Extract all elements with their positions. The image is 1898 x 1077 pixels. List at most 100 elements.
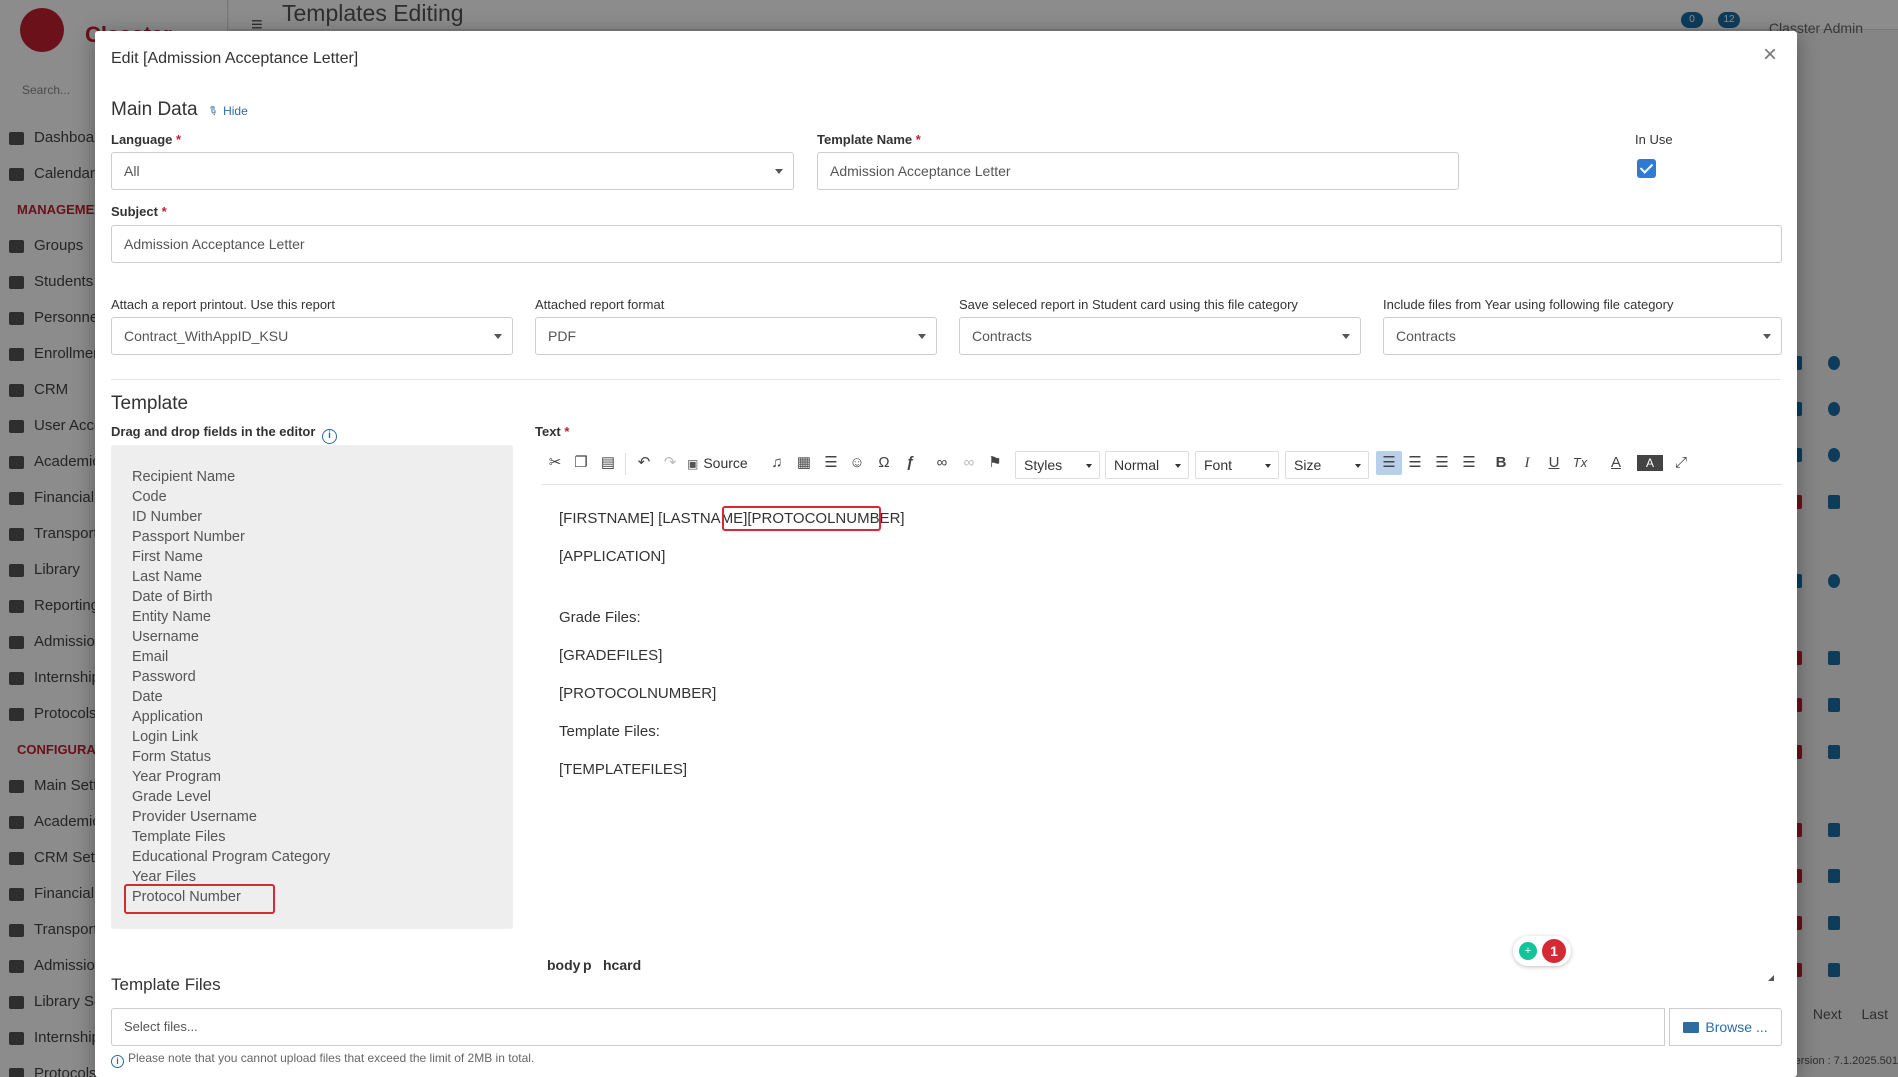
- field-item[interactable]: Login Link: [132, 727, 330, 747]
- file-input[interactable]: Select files...: [111, 1008, 1665, 1046]
- divider: [111, 379, 1780, 380]
- in-use-checkbox[interactable]: [1637, 159, 1656, 178]
- anchor-flag-icon[interactable]: ⚑: [985, 453, 1005, 473]
- remove-format-icon[interactable]: Tx: [1570, 453, 1590, 473]
- editor-toolbar: ✂ ❐ ▤ ↶ ↷ Source ♫ ▦ ☰ ☺ Ω ƒ ∞ ∞ ⚑ Style…: [541, 443, 1782, 485]
- italic-icon[interactable]: I: [1517, 453, 1537, 473]
- font-dropdown[interactable]: Font: [1195, 451, 1279, 479]
- field-item[interactable]: Educational Program Category: [132, 847, 330, 867]
- rich-text-editor: ✂ ❐ ▤ ↶ ↷ Source ♫ ▦ ☰ ☺ Ω ƒ ∞ ∞ ⚑ Style…: [541, 443, 1782, 988]
- redo-icon[interactable]: ↷: [660, 453, 680, 473]
- template-title: Template: [111, 393, 189, 414]
- template-name-input[interactable]: Admission Acceptance Letter: [817, 152, 1459, 190]
- field-item[interactable]: First Name: [132, 547, 330, 567]
- language-select[interactable]: All: [111, 152, 794, 190]
- field-item[interactable]: Template Files: [132, 827, 330, 847]
- report-select[interactable]: Contract_WithAppID_KSU: [111, 317, 513, 355]
- bold-icon[interactable]: B: [1491, 453, 1511, 473]
- field-item[interactable]: Provider Username: [132, 807, 330, 827]
- info-icon[interactable]: i: [322, 429, 338, 444]
- size-dropdown[interactable]: Size: [1285, 451, 1369, 479]
- save-category-select[interactable]: Contracts: [959, 317, 1361, 355]
- format-select[interactable]: PDF: [535, 317, 937, 355]
- template-files-title: Template Files: [111, 975, 221, 994]
- grammarly-count: 1: [1542, 939, 1566, 963]
- source-button[interactable]: Source: [687, 453, 747, 473]
- editor-line: [APPLICATION]: [559, 548, 666, 565]
- background-color-icon[interactable]: A: [1637, 455, 1663, 471]
- path-hcard[interactable]: hcard: [603, 957, 641, 973]
- align-center-icon[interactable]: ☰: [1405, 453, 1425, 473]
- highlight-protocol-field: [124, 884, 275, 914]
- subject-input[interactable]: Admission Acceptance Letter: [111, 225, 1782, 263]
- field-item[interactable]: Code: [132, 487, 330, 507]
- close-icon[interactable]: ×: [1763, 43, 1777, 67]
- horizontal-rule-icon[interactable]: ☰: [821, 453, 841, 473]
- folder-icon: [1683, 1022, 1700, 1033]
- browse-button[interactable]: Browse ...: [1669, 1008, 1782, 1046]
- grammarly-widget[interactable]: + 1: [1513, 936, 1571, 966]
- copy-icon[interactable]: ❐: [571, 453, 591, 473]
- unlink-icon[interactable]: ∞: [959, 453, 979, 473]
- pin-icon: ✎: [205, 102, 221, 120]
- align-justify-icon[interactable]: ☰: [1459, 453, 1479, 473]
- template-name-label: Template Name *: [817, 132, 921, 147]
- field-item[interactable]: Password: [132, 667, 330, 687]
- include-files-label: Include files from Year using following …: [1383, 297, 1674, 312]
- underline-icon[interactable]: U: [1544, 453, 1564, 473]
- path-p[interactable]: p: [583, 957, 592, 973]
- hide-link[interactable]: ✎ Hide: [205, 102, 248, 120]
- field-item[interactable]: Grade Level: [132, 787, 330, 807]
- special-char-icon[interactable]: Ω: [874, 453, 894, 473]
- field-item[interactable]: Email: [132, 647, 330, 667]
- styles-dropdown[interactable]: Styles: [1015, 451, 1100, 479]
- editor-content[interactable]: [FIRSTNAME] [LASTNAME][PROTOCOLNUMBER] […: [541, 485, 1782, 935]
- field-item[interactable]: Date: [132, 687, 330, 707]
- field-item[interactable]: Entity Name: [132, 607, 330, 627]
- path-body[interactable]: body: [547, 957, 580, 973]
- editor-line: Template Files:: [559, 723, 660, 740]
- maximize-icon[interactable]: ⤢: [1671, 453, 1691, 473]
- in-use-label: In Use: [1635, 132, 1673, 147]
- field-item[interactable]: Passport Number: [132, 527, 330, 547]
- subject-label: Subject *: [111, 204, 167, 219]
- field-item[interactable]: ID Number: [132, 507, 330, 527]
- format-dropdown[interactable]: Normal: [1105, 451, 1189, 479]
- align-left-icon[interactable]: ☰: [1376, 451, 1402, 475]
- link-icon[interactable]: ∞: [932, 453, 952, 473]
- undo-icon[interactable]: ↶: [634, 453, 654, 473]
- edit-template-modal: Edit [Admission Acceptance Letter] × Mai…: [95, 31, 1797, 1077]
- text-color-icon[interactable]: A: [1603, 453, 1629, 473]
- toolbar-separator: [625, 453, 626, 475]
- paste-icon[interactable]: ▤: [598, 453, 618, 473]
- smiley-icon[interactable]: ☺: [847, 453, 867, 473]
- field-item[interactable]: Application: [132, 707, 330, 727]
- field-item[interactable]: Recipient Name: [132, 467, 330, 487]
- field-item[interactable]: Form Status: [132, 747, 330, 767]
- resize-grip-icon[interactable]: [1768, 975, 1774, 981]
- field-item[interactable]: Year Program: [132, 767, 330, 787]
- upload-note: i Please note that you cannot upload file…: [111, 1051, 534, 1068]
- hide-label: Hide: [223, 104, 248, 118]
- format-label: Attached report format: [535, 297, 665, 312]
- highlight-protocol-placeholder: [722, 506, 881, 531]
- formula-icon[interactable]: ƒ: [900, 453, 920, 473]
- main-data-title: Main Data: [111, 99, 198, 120]
- align-right-icon[interactable]: ☰: [1432, 453, 1452, 473]
- include-files-select[interactable]: Contracts: [1383, 317, 1782, 355]
- field-item[interactable]: Last Name: [132, 567, 330, 587]
- text-label: Text *: [535, 424, 570, 439]
- field-item[interactable]: Username: [132, 627, 330, 647]
- editor-line: Grade Files:: [559, 609, 641, 626]
- drag-fields-label: Drag and drop fields in the editor i: [111, 424, 338, 444]
- report-label: Attach a report printout. Use this repor…: [111, 297, 335, 312]
- fields-list: Recipient Name Code ID Number Passport Numb…: [132, 467, 330, 907]
- browse-label: Browse ...: [1705, 1019, 1768, 1035]
- info-icon: i: [111, 1055, 124, 1068]
- table-icon[interactable]: ▦: [794, 453, 814, 473]
- editor-line: [PROTOCOLNUMBER]: [559, 685, 717, 702]
- cut-icon[interactable]: ✂: [545, 453, 565, 473]
- save-category-label: Save seleced report in Student card usin…: [959, 297, 1298, 312]
- field-item[interactable]: Date of Birth: [132, 587, 330, 607]
- audio-icon[interactable]: ♫: [767, 453, 787, 473]
